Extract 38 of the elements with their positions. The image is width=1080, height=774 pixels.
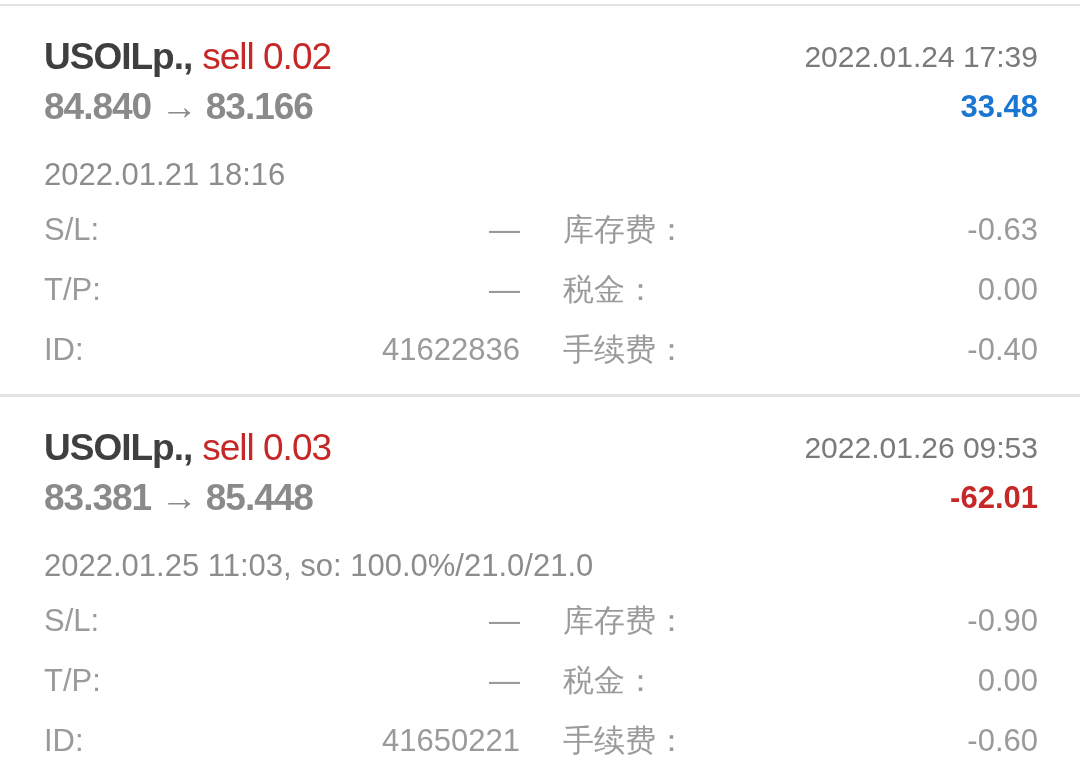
symbol: USOILp., bbox=[44, 427, 193, 469]
price-change: 83.381 → 85.448 bbox=[44, 477, 313, 519]
field-label: 库存费： bbox=[563, 602, 687, 640]
field-value: — bbox=[489, 271, 520, 309]
open-info: 2022.01.21 18:16 bbox=[44, 156, 287, 194]
field-value: — bbox=[489, 662, 520, 700]
trade-side: sell 0.02 bbox=[202, 36, 332, 78]
field-value: -0.60 bbox=[967, 722, 1038, 760]
trade-card[interactable]: USOILp., sell 0.02 2022.01.24 17:39 84.840 → 83.166 33.48 2022.01.21 18:16 S/L: — 库存费： -0.63 T/P: — 税金： 0.00 ID: 41622836 手续费： -0.40 bbox=[0, 6, 1080, 397]
profit: -62.01 bbox=[950, 480, 1038, 516]
field-value: 41650221 bbox=[382, 722, 520, 760]
trade-side: sell 0.03 bbox=[202, 427, 332, 469]
field-label: T/P: bbox=[44, 663, 101, 699]
field-label: 税金： bbox=[563, 662, 656, 700]
trade-card[interactable]: USOILp., sell 0.03 2022.01.26 09:53 83.381 → 85.448 -62.01 2022.01.25 11:03, so: 100.0%/21.0/21.0 S/L: — 库存费： -0.90 T/P: — 税金： 0.00 ID: 41650221 手续费： -0.60 bbox=[0, 397, 1080, 774]
field-label: ID: bbox=[44, 723, 84, 759]
close-time: 2022.01.26 09:53 bbox=[804, 431, 1038, 465]
field-label: T/P: bbox=[44, 272, 101, 308]
field-label: S/L: bbox=[44, 603, 100, 639]
field-label: 手续费： bbox=[563, 331, 687, 369]
field-value: 41622836 bbox=[382, 331, 520, 369]
symbol: USOILp., bbox=[44, 36, 193, 78]
close-time: 2022.01.24 17:39 bbox=[804, 40, 1038, 74]
field-label: ID: bbox=[44, 332, 84, 368]
field-value: -0.40 bbox=[967, 331, 1038, 369]
field-label: 手续费： bbox=[563, 722, 687, 760]
field-value: -0.63 bbox=[967, 211, 1038, 249]
field-value: 0.00 bbox=[977, 662, 1038, 700]
field-label: 税金： bbox=[563, 271, 656, 309]
field-value: — bbox=[489, 602, 520, 640]
field-value: 0.00 bbox=[977, 271, 1038, 309]
profit: 33.48 bbox=[960, 89, 1038, 125]
field-label: 库存费： bbox=[563, 211, 687, 249]
field-value: — bbox=[489, 211, 520, 249]
price-change: 84.840 → 83.166 bbox=[44, 86, 313, 128]
field-label: S/L: bbox=[44, 212, 100, 248]
open-info: 2022.01.25 11:03, so: 100.0%/21.0/21.0 bbox=[44, 547, 595, 585]
field-value: -0.90 bbox=[967, 602, 1038, 640]
